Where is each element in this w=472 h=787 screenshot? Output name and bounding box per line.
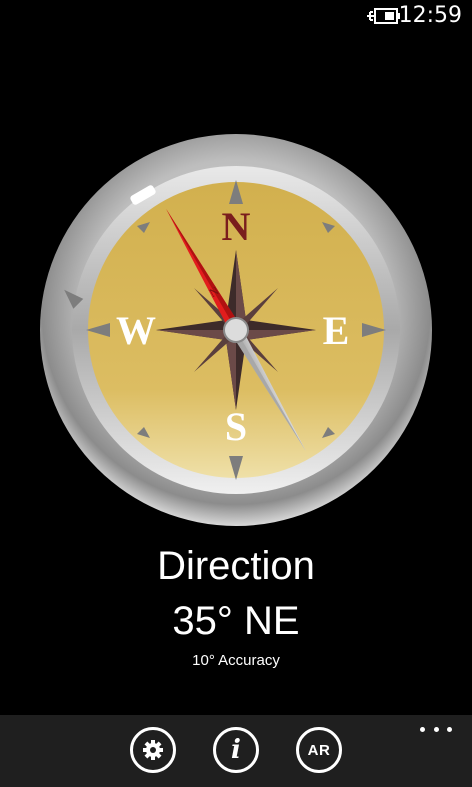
cardinal-west: W	[116, 308, 156, 353]
status-time: 12:59	[398, 3, 462, 28]
ar-label: AR	[307, 741, 331, 759]
direction-value: 35° NE	[172, 599, 300, 643]
info-button[interactable]: i	[213, 727, 259, 773]
ellipsis-icon[interactable]	[420, 721, 452, 737]
cardinal-east: E	[323, 308, 350, 353]
direction-label: Direction	[157, 544, 315, 588]
accuracy-text: 10° Accuracy	[192, 652, 280, 669]
ar-button[interactable]: AR	[296, 727, 342, 773]
settings-button[interactable]	[130, 727, 176, 773]
cardinal-south: S	[225, 404, 247, 449]
cardinal-north: N	[222, 204, 251, 249]
status-bar: 12:59	[0, 0, 472, 32]
needle-pivot	[223, 317, 249, 343]
compass-dial: N S W E N	[40, 134, 432, 526]
info-icon: i	[231, 735, 241, 765]
battery-charging-icon	[367, 8, 400, 24]
app-bar: i AR	[0, 715, 472, 787]
gear-icon	[143, 740, 163, 760]
